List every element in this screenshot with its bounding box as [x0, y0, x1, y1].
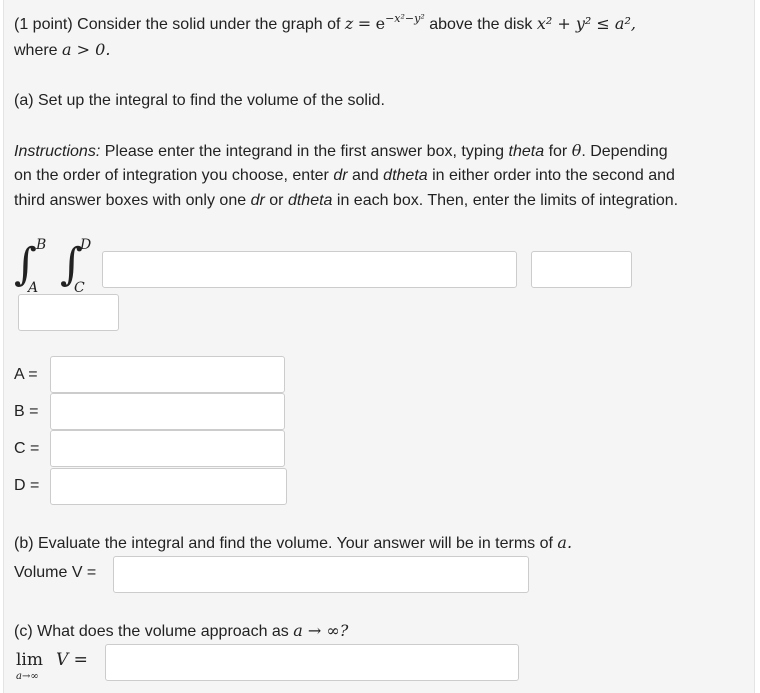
part-c-limit-expr: a → ∞? — [293, 621, 349, 640]
instr-dr: dr — [333, 167, 348, 184]
limit-b-input[interactable] — [50, 393, 285, 430]
a-condition: a > 0. — [62, 40, 111, 59]
statement-mid: above the disk — [429, 16, 533, 33]
part-c-heading-text: (c) What does the volume approach as — [14, 623, 289, 640]
limit-c-input[interactable] — [50, 430, 285, 467]
statement-prefix: (1 point) Consider the solid under the g… — [14, 16, 341, 33]
disk-inequality: x² + y² ≤ a², — [536, 14, 636, 33]
instructions-label: Instructions: — [14, 143, 101, 160]
first-differential-input[interactable] — [531, 251, 632, 288]
integrand-input[interactable] — [102, 251, 517, 288]
lim-subscript: a→∞ — [16, 671, 39, 682]
func-eq: = — [357, 14, 372, 33]
instr-line2a: on the order of integration you choose, … — [14, 167, 329, 184]
instr-theta-symbol: θ — [571, 141, 582, 160]
inner-upper-limit: D — [80, 237, 92, 253]
limit-a-label: A = — [14, 366, 38, 383]
second-differential-input[interactable] — [18, 294, 119, 331]
problem-statement: (1 point) Consider the solid under the g… — [14, 12, 636, 35]
limit-a-input[interactable] — [50, 356, 285, 393]
instr-dtheta-2: dtheta — [287, 192, 333, 209]
instr-line3b: in each box. Then, enter the limits of i… — [336, 192, 679, 209]
instr-dtheta: dtheta — [383, 167, 428, 184]
func-base: e — [375, 14, 386, 33]
part-b-heading: (b) Evaluate the integral and find the v… — [14, 533, 572, 554]
where-word: where — [14, 42, 58, 59]
instr-text-1: Please enter the integrand in the first … — [104, 143, 505, 160]
instr-dr-2: dr — [250, 192, 265, 209]
instructions-line-2: on the order of integration you choose, … — [14, 166, 675, 186]
func-exponent: −x²−y² — [385, 12, 425, 25]
limit-c-label: C = — [14, 440, 40, 457]
instr-or: or — [269, 192, 284, 209]
limit-d-label: D = — [14, 477, 40, 494]
instructions-line-3: third answer boxes with only one dr or d… — [14, 191, 678, 211]
lim-word: lim — [16, 650, 43, 670]
instr-line2b: in either order into the second and — [432, 167, 675, 184]
volume-input[interactable] — [113, 556, 529, 593]
limit-b-label: B = — [14, 403, 39, 420]
part-b-variable: a. — [557, 533, 573, 552]
limit-d-input[interactable] — [50, 468, 287, 505]
part-a-heading: (a) Set up the integral to find the volu… — [14, 92, 385, 109]
volume-label: Volume V = — [14, 564, 97, 581]
part-b-heading-text: (b) Evaluate the integral and find the v… — [14, 535, 553, 552]
limit-volume-input[interactable] — [105, 644, 519, 681]
lim-rhs: V = — [56, 650, 88, 670]
statement-where: where a > 0. — [14, 40, 110, 61]
func-lhs: z — [344, 14, 354, 33]
instr-and: and — [352, 167, 379, 184]
instr-theta-word: theta — [508, 143, 545, 160]
instr-for: for — [548, 143, 568, 160]
instr-line3a: third answer boxes with only one — [14, 192, 247, 209]
instr-text-2: . Depending — [581, 143, 668, 160]
part-c-heading: (c) What does the volume approach as a →… — [14, 621, 348, 642]
instructions-line-1: Instructions: Please enter the integrand… — [14, 141, 668, 162]
outer-upper-limit: B — [36, 237, 47, 253]
